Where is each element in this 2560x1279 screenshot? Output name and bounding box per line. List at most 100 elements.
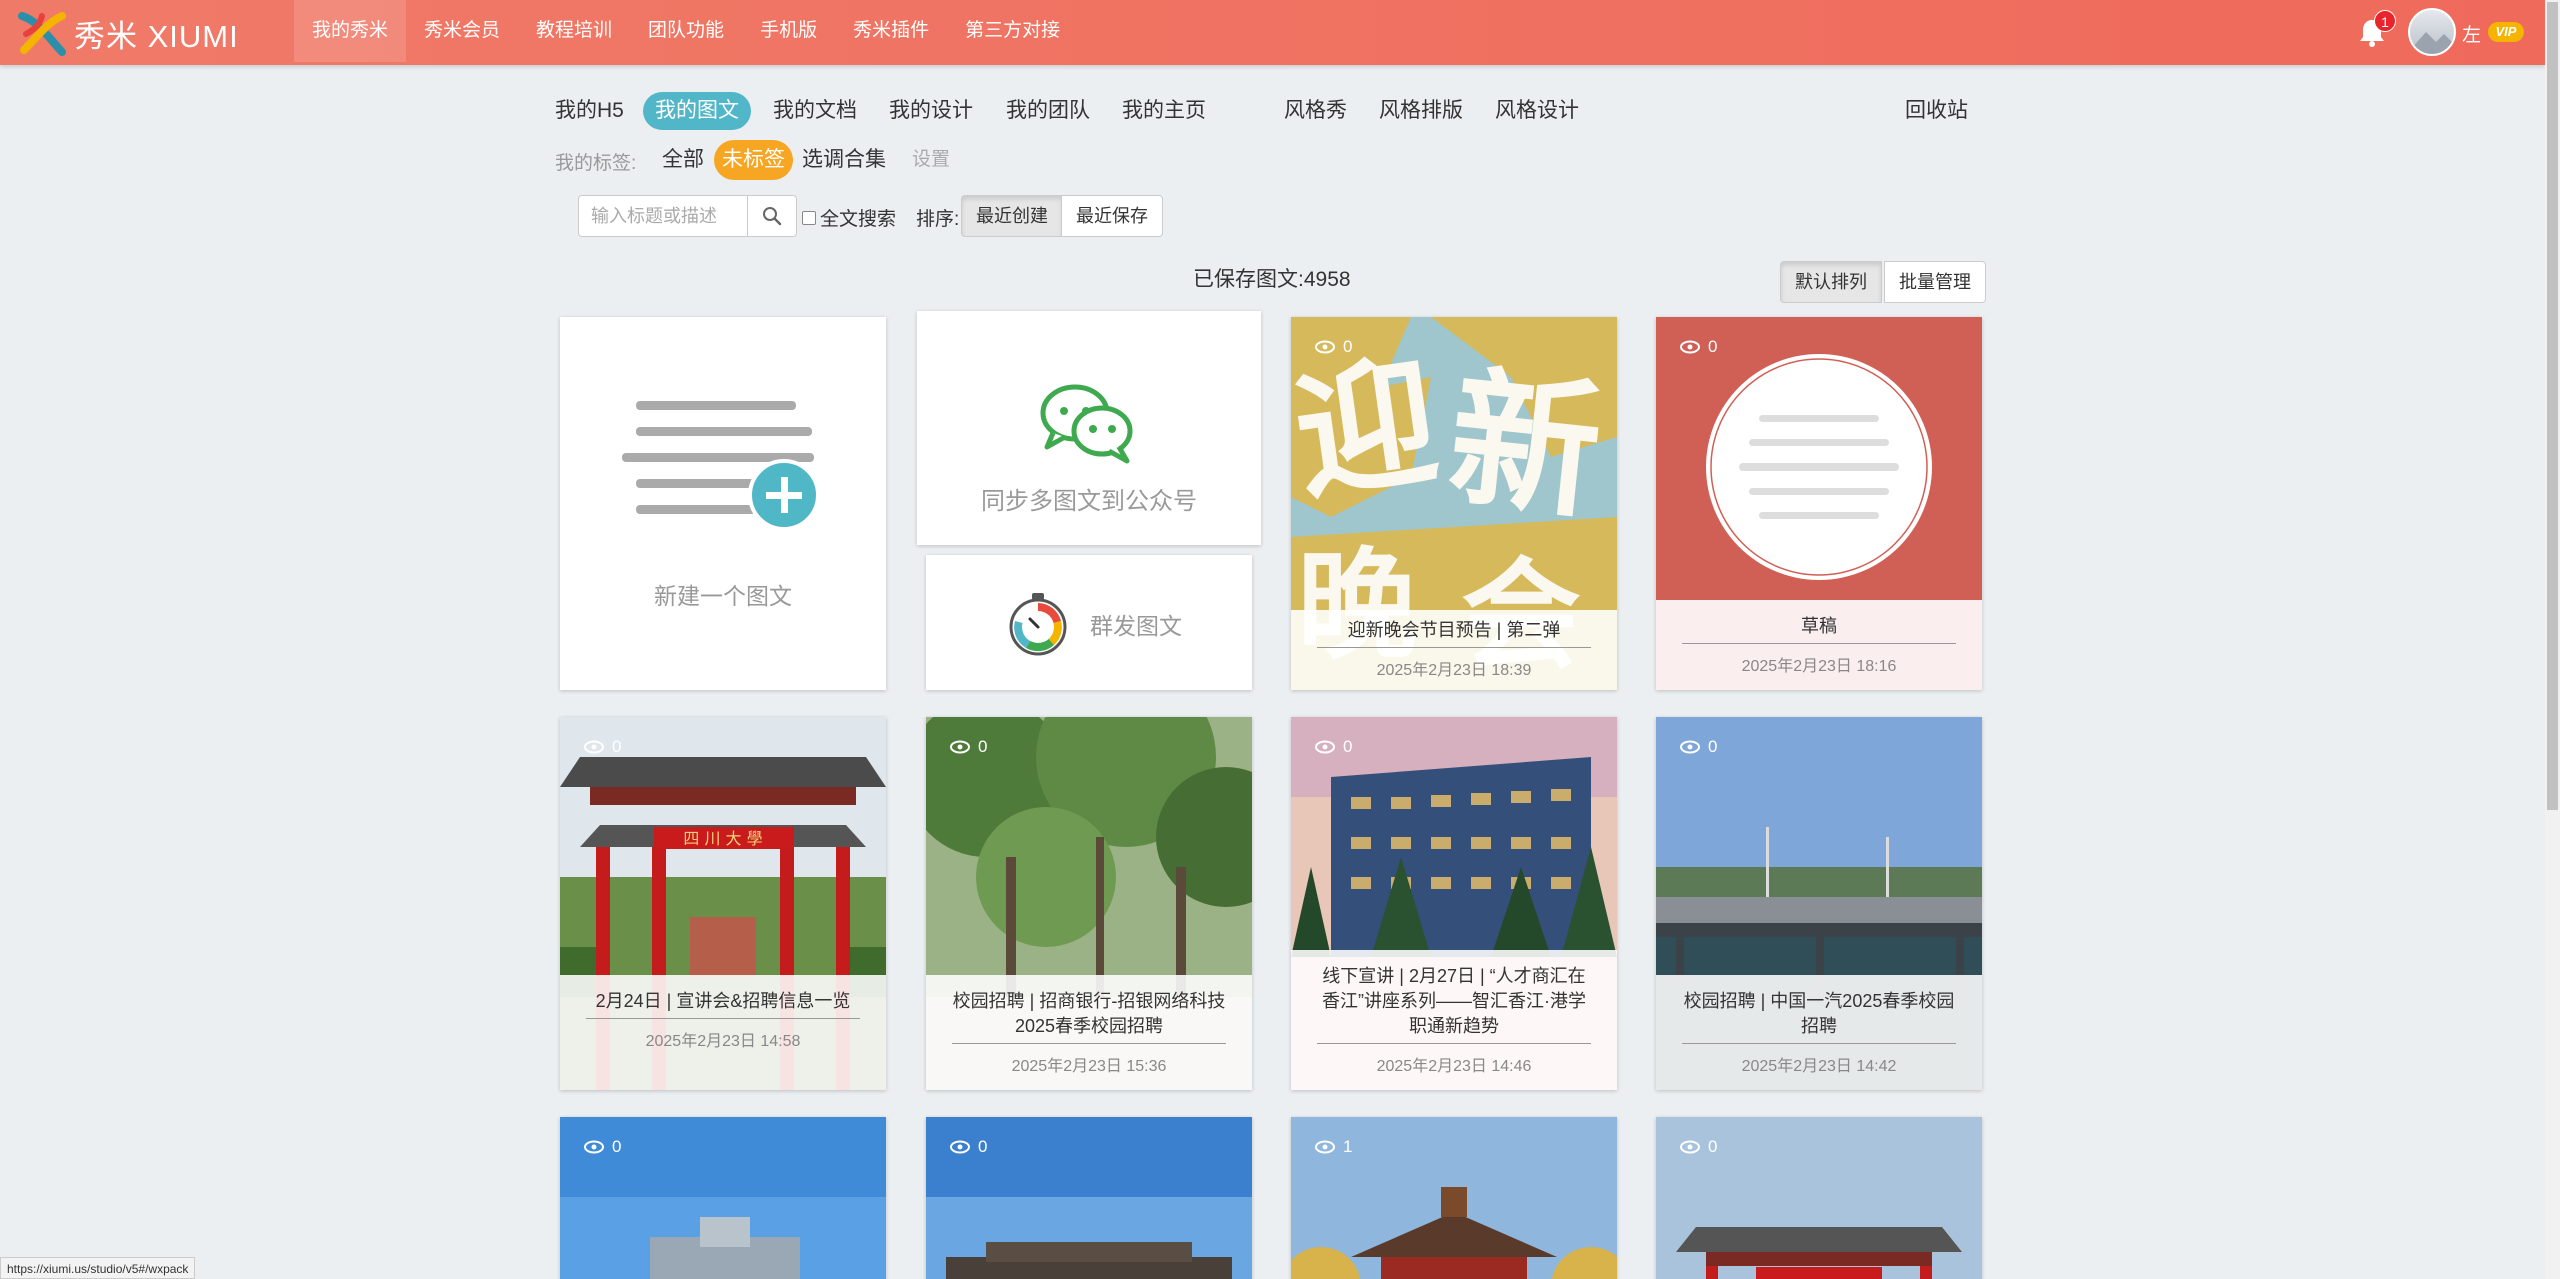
mass-send-card[interactable]: 群发图文 (926, 555, 1252, 690)
avatar[interactable] (2408, 8, 2456, 56)
nav-plugins[interactable]: 秀米插件 (835, 0, 947, 62)
scrollbar-thumb[interactable] (2547, 2, 2558, 810)
tab-my-team[interactable]: 我的团队 (994, 92, 1102, 130)
search-button[interactable] (747, 195, 797, 237)
svg-text:新: 新 (1441, 350, 1609, 541)
sort-recent-created[interactable]: 最近创建 (961, 195, 1063, 237)
tab-my-h5[interactable]: 我的H5 (543, 92, 636, 130)
nav-third-party[interactable]: 第三方对接 (947, 0, 1078, 62)
xiumi-logo-icon (18, 12, 66, 56)
tag-all[interactable]: 全部 (654, 140, 712, 180)
fulltext-label: 全文搜索 (820, 209, 897, 230)
user-name[interactable]: 左 (2462, 20, 2481, 47)
sync-to-official-account-card[interactable]: 同步多图文到公众号 (917, 311, 1261, 545)
tab-recycle-bin[interactable]: 回收站 (1893, 92, 1980, 130)
tab-style-layout[interactable]: 风格排版 (1367, 92, 1475, 130)
article-date: 2025年2月23日 14:46 (1376, 1058, 1532, 1075)
fulltext-search-toggle[interactable]: 全文搜索 (802, 204, 896, 231)
sort-label: 排序: (916, 209, 960, 230)
eye-icon (950, 740, 970, 754)
article-card[interactable]: 0 校园招聘 | 中国一汽2025春季校园招聘 2025年2月23日 14:42 (1656, 717, 1982, 1090)
new-article-card[interactable]: 新建一个图文 (560, 317, 886, 690)
search-icon (763, 207, 782, 226)
tag-label: 我的标签: (555, 153, 637, 174)
nav-tutorials[interactable]: 教程培训 (518, 0, 630, 62)
article-card[interactable]: 0 校园招聘 | 招商银行-招银网络科技2025春季校园招聘 2025年2月23… (926, 717, 1252, 1090)
eye-icon (584, 1140, 604, 1154)
eye-icon (1315, 340, 1335, 354)
vip-badge: VIP (2488, 22, 2524, 42)
article-info: 线下宣讲 | 2月27日 | “人才商汇在香江”讲座系列——智汇香江·港学职通新… (1291, 950, 1617, 1090)
article-title: 2月24日 | 宣讲会&招聘信息一览 (586, 975, 860, 1019)
tab-my-docs[interactable]: 我的文档 (761, 92, 869, 130)
stopwatch-icon (1009, 593, 1067, 656)
sync-label: 同步多图文到公众号 (981, 488, 1197, 515)
view-count: 0 (584, 1137, 621, 1157)
nav-mobile[interactable]: 手机版 (742, 0, 835, 62)
batch-manage-button[interactable]: 批量管理 (1884, 261, 1986, 303)
fulltext-checkbox[interactable] (802, 210, 816, 225)
top-navbar: 秀米 XIUMI 我的秀米 秀米会员 教程培训 团队功能 手机版 秀米插件 第三… (0, 0, 2545, 65)
tag-settings[interactable]: 设置 (904, 140, 958, 180)
new-article-label: 新建一个图文 (654, 583, 792, 609)
eye-icon (1680, 740, 1700, 754)
xiumi-logo[interactable]: 秀米 XIUMI (16, 8, 239, 58)
tag-collection[interactable]: 选调合集 (794, 140, 894, 180)
notification-badge: 1 (2374, 10, 2396, 32)
article-date: 2025年2月23日 14:58 (645, 1033, 801, 1050)
article-card[interactable]: 0 草稿 2025年2月23日 18:16 (1656, 317, 1982, 690)
search-input[interactable] (578, 195, 748, 237)
main-nav: 我的秀米 秀米会员 教程培训 团队功能 手机版 秀米插件 第三方对接 (294, 0, 1078, 65)
article-date: 2025年2月23日 18:16 (1741, 658, 1897, 675)
eye-icon (1680, 340, 1700, 354)
nav-my-xiumi[interactable]: 我的秀米 (294, 0, 407, 62)
sort-recent-saved[interactable]: 最近保存 (1061, 195, 1163, 237)
view-count: 0 (584, 737, 621, 757)
article-date: 2025年2月23日 15:36 (1011, 1058, 1167, 1075)
brand-name: 秀米 XIUMI (74, 18, 239, 54)
tab-style-show[interactable]: 风格秀 (1272, 92, 1359, 130)
article-info: 校园招聘 | 中国一汽2025春季校园招聘 2025年2月23日 14:42 (1656, 975, 1982, 1090)
view-count: 0 (1680, 1137, 1717, 1157)
tab-my-design[interactable]: 我的设计 (877, 92, 985, 130)
article-card[interactable]: 1 (1291, 1117, 1617, 1279)
default-order-button[interactable]: 默认排列 (1780, 261, 1882, 303)
tab-my-home[interactable]: 我的主页 (1110, 92, 1218, 130)
eye-icon (584, 740, 604, 754)
article-card[interactable]: 0 (1656, 1117, 1982, 1279)
article-card[interactable]: 四 川 大 學 0 2月24日 | 宣讲会&招聘信息一览 2025年2月23日 … (560, 717, 886, 1090)
article-card[interactable]: 0 线下宣讲 | 2月27日 | “人才商汇在香江”讲座系列——智汇香江·港学职… (1291, 717, 1617, 1090)
eye-icon (1315, 740, 1335, 754)
article-date: 2025年2月23日 14:42 (1741, 1058, 1897, 1075)
tag-untagged[interactable]: 未标签 (714, 140, 793, 180)
article-info: 草稿 2025年2月23日 18:16 (1656, 600, 1982, 690)
tab-my-tuwen[interactable]: 我的图文 (643, 92, 751, 130)
svg-text:四 川 大 學: 四 川 大 學 (683, 829, 762, 848)
article-info: 迎新晚会节目预告 | 第二弹 2025年2月23日 18:39 (1291, 610, 1617, 690)
svg-text:迎: 迎 (1291, 339, 1447, 521)
status-url: https://xiumi.us/studio/v5#/wxpack (0, 1257, 196, 1279)
article-title: 线下宣讲 | 2月27日 | “人才商汇在香江”讲座系列——智汇香江·港学职通新… (1317, 950, 1591, 1044)
article-date: 2025年2月23日 18:39 (1376, 662, 1532, 679)
nav-membership[interactable]: 秀米会员 (406, 0, 518, 62)
article-title: 迎新晚会节目预告 | 第二弹 (1317, 610, 1591, 648)
view-count: 0 (1315, 737, 1352, 757)
article-title: 草稿 (1682, 600, 1956, 644)
wechat-icon (1040, 384, 1133, 464)
article-info: 2月24日 | 宣讲会&招聘信息一览 2025年2月23日 14:58 (560, 975, 886, 1090)
view-count: 0 (1680, 737, 1717, 757)
view-count: 0 (1680, 337, 1717, 357)
article-card[interactable]: 0 (926, 1117, 1252, 1279)
nav-team[interactable]: 团队功能 (630, 0, 742, 62)
view-count: 0 (1315, 337, 1352, 357)
new-article-icon (622, 401, 820, 531)
article-card[interactable]: 0 (560, 1117, 886, 1279)
eye-icon (1680, 1140, 1700, 1154)
view-count: 1 (1315, 1137, 1352, 1157)
mass-send-label: 群发图文 (1090, 613, 1182, 639)
article-card[interactable]: 迎 新 晚 会 0 迎新晚会节目预告 | 第二弹 2025年2月23日 18:3… (1291, 317, 1617, 690)
saved-count: 已保存图文:4958 (1193, 268, 1351, 291)
eye-icon (950, 1140, 970, 1154)
eye-icon (1315, 1140, 1335, 1154)
tab-style-design[interactable]: 风格设计 (1483, 92, 1591, 130)
